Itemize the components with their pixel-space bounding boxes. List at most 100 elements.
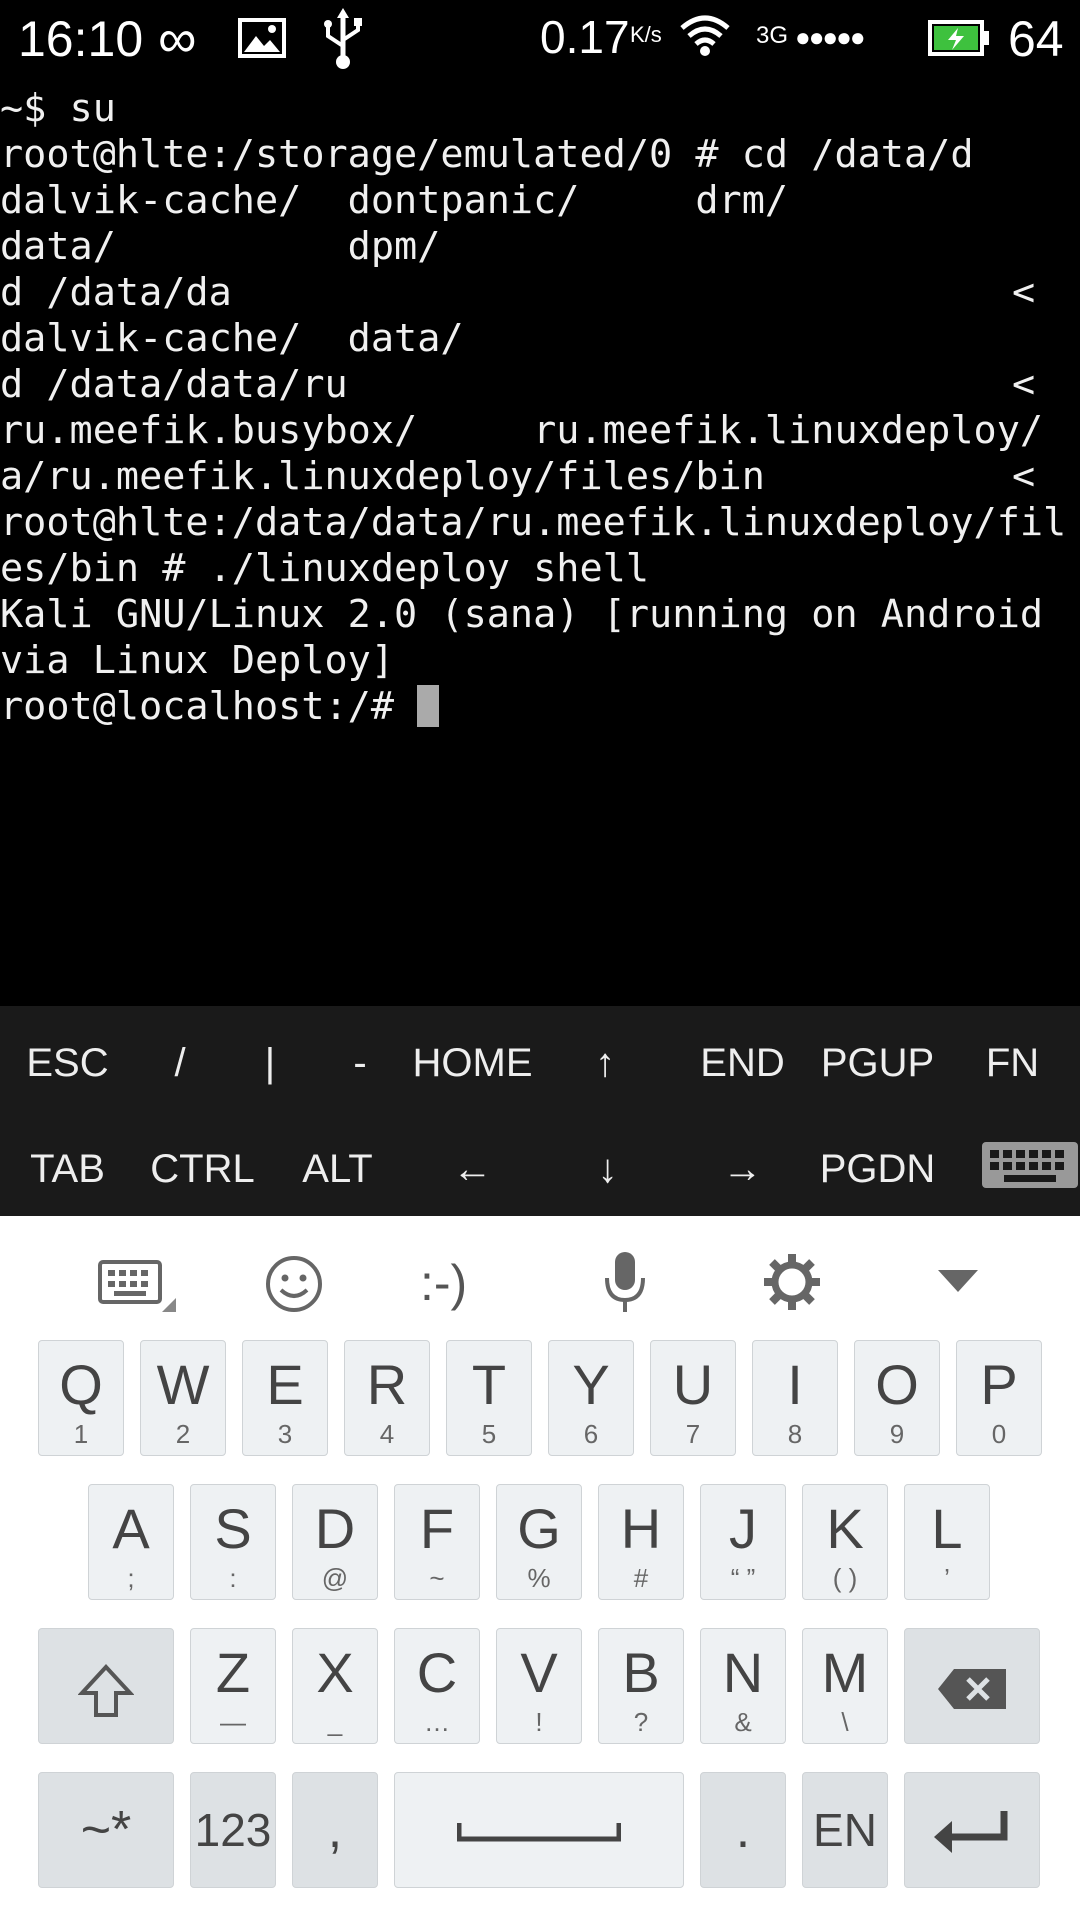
terminal-line: data/ dpm/	[0, 224, 441, 269]
key-t[interactable]: T5	[446, 1340, 532, 1456]
emoticon-button[interactable]: :-)	[420, 1254, 467, 1312]
settings-gear-icon[interactable]	[762, 1252, 822, 1312]
key-m[interactable]: M \	[802, 1628, 888, 1744]
key-y-label: Y	[572, 1353, 610, 1416]
numbers-key[interactable]: 123	[190, 1772, 276, 1888]
key-e[interactable]: E3	[242, 1340, 328, 1456]
key-x[interactable]: X _	[292, 1628, 378, 1744]
overflow-marker: <	[1012, 454, 1036, 499]
key-k-label: K	[826, 1497, 864, 1560]
key-y[interactable]: Y6	[548, 1340, 634, 1456]
key-d[interactable]: D @	[292, 1484, 378, 1600]
key-p[interactable]: P0	[956, 1340, 1042, 1456]
collapse-keyboard-icon[interactable]	[936, 1268, 980, 1294]
infinity-icon: ∞	[158, 9, 197, 69]
key-u-label: U	[672, 1353, 714, 1416]
battery-level: 64	[1008, 11, 1064, 67]
key-p-sub: 0	[991, 1419, 1007, 1449]
key-w[interactable]: W2	[140, 1340, 226, 1456]
key-j-sub: “ ”	[730, 1563, 756, 1593]
pgdn-key[interactable]: PGDN	[810, 1124, 945, 1214]
symbols-key[interactable]: ~*	[38, 1772, 174, 1888]
language-key[interactable]: EN	[802, 1772, 888, 1888]
space-key[interactable]	[394, 1772, 684, 1888]
key-c[interactable]: C…	[394, 1628, 480, 1744]
home-key[interactable]: HOME	[405, 1018, 540, 1108]
key-s[interactable]: S:	[190, 1484, 276, 1600]
period-key-label: .	[735, 1801, 751, 1859]
key-j[interactable]: J “ ”	[700, 1484, 786, 1600]
keyboard-toggle-icon[interactable]	[980, 1140, 1080, 1190]
emoji-icon[interactable]	[264, 1254, 324, 1314]
key-r[interactable]: R4	[344, 1340, 430, 1456]
key-q-label: Q	[59, 1353, 103, 1416]
key-g-label: G	[517, 1497, 561, 1560]
key-k[interactable]: K ( )	[802, 1484, 888, 1600]
key-s-label: S	[214, 1497, 252, 1560]
esc-key[interactable]: ESC	[10, 1018, 125, 1108]
key-f[interactable]: F ~	[394, 1484, 480, 1600]
shift-icon	[77, 1664, 135, 1717]
key-s-sub: :	[229, 1563, 237, 1593]
key-l[interactable]: L’	[904, 1484, 990, 1600]
key-i[interactable]: I8	[752, 1340, 838, 1456]
key-c-sub: …	[424, 1707, 450, 1737]
terminal-output[interactable]: ~$ su root@hlte:/storage/emulated/0 # cd…	[0, 86, 1080, 1006]
wifi-icon	[680, 15, 730, 56]
key-e-sub: 3	[277, 1419, 293, 1449]
key-a[interactable]: A;	[88, 1484, 174, 1600]
network-speed-unit: K/s	[630, 22, 662, 47]
comma-key[interactable]: ,	[292, 1772, 378, 1888]
terminal-cursor	[417, 685, 440, 727]
key-v[interactable]: V!	[496, 1628, 582, 1744]
terminal-line: dalvik-cache/ dontpanic/ drm/	[0, 178, 789, 223]
keyboard-switch-icon[interactable]	[98, 1256, 180, 1316]
key-t-label: T	[471, 1353, 507, 1416]
key-x-sub: _	[327, 1707, 343, 1737]
microphone-icon[interactable]	[600, 1250, 650, 1316]
key-v-sub: !	[535, 1707, 543, 1737]
key-b[interactable]: B?	[598, 1628, 684, 1744]
key-j-label: J	[729, 1497, 757, 1560]
key-d-label: D	[314, 1497, 356, 1560]
pgup-key[interactable]: PGUP	[810, 1018, 945, 1108]
up-arrow-key[interactable]: ↑	[560, 1018, 650, 1108]
key-m-sub: \	[841, 1707, 849, 1737]
numbers-key-label: 123	[194, 1804, 272, 1856]
key-g[interactable]: G%	[496, 1484, 582, 1600]
key-z[interactable]: Z —	[190, 1628, 276, 1744]
enter-key[interactable]	[904, 1772, 1040, 1888]
terminal-prompt-line: root@localhost:/#	[0, 684, 1080, 730]
shift-key[interactable]	[38, 1628, 174, 1744]
right-arrow-key[interactable]: →	[695, 1124, 790, 1214]
backspace-key[interactable]	[904, 1628, 1040, 1744]
slash-key[interactable]: /	[140, 1018, 220, 1108]
tab-key[interactable]: TAB	[10, 1124, 125, 1214]
pipe-key[interactable]: |	[230, 1018, 310, 1108]
terminal-line: d /data/da <	[0, 270, 1080, 316]
key-v-label: V	[520, 1641, 558, 1704]
key-h[interactable]: H #	[598, 1484, 684, 1600]
dash-key[interactable]: -	[320, 1018, 400, 1108]
period-key[interactable]: .	[700, 1772, 786, 1888]
down-arrow-key[interactable]: ↓	[560, 1124, 655, 1214]
key-q[interactable]: Q1	[38, 1340, 124, 1456]
key-o[interactable]: O9	[854, 1340, 940, 1456]
left-arrow-key[interactable]: ←	[425, 1124, 520, 1214]
key-l-label: L	[931, 1497, 963, 1560]
key-o-sub: 9	[889, 1419, 905, 1449]
key-w-label: W	[156, 1353, 210, 1416]
fn-key[interactable]: FN	[965, 1018, 1060, 1108]
terminal-line: ru.meefik.busybox/ ru.meefik.linuxdeploy…	[0, 408, 1044, 453]
signal-strength-icon: ●●●●●	[795, 22, 866, 52]
key-u[interactable]: U7	[650, 1340, 736, 1456]
key-p-label: P	[980, 1353, 1018, 1416]
key-i-label: I	[787, 1353, 803, 1416]
alt-key[interactable]: ALT	[280, 1124, 395, 1214]
terminal-line: a/ru.meefik.linuxdeploy/files/bin <	[0, 454, 1080, 500]
ctrl-key[interactable]: CTRL	[140, 1124, 265, 1214]
key-n[interactable]: N &	[700, 1628, 786, 1744]
end-key[interactable]: END	[690, 1018, 795, 1108]
key-z-sub: —	[220, 1707, 246, 1737]
terminal-line: es/bin # ./linuxdeploy shell	[0, 546, 650, 591]
